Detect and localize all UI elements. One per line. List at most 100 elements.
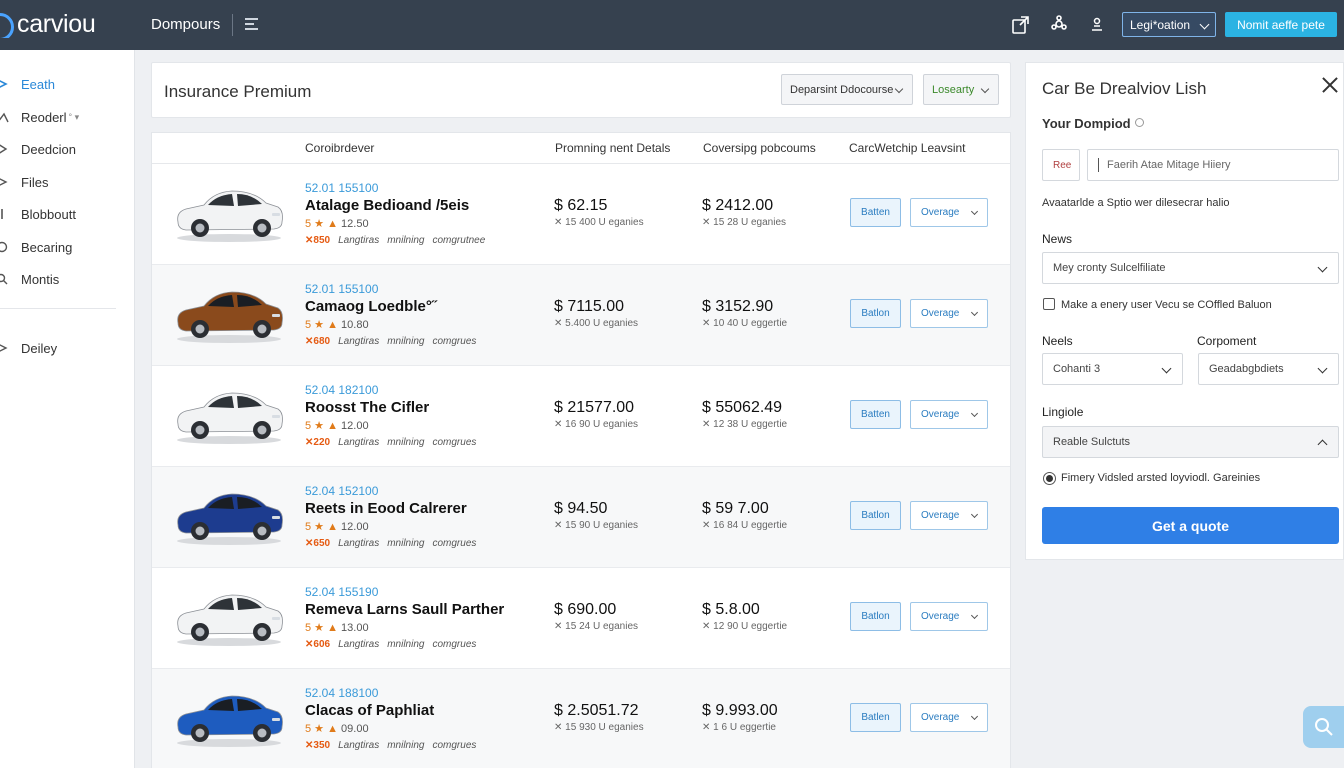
score-value: 680 [313,336,331,347]
coverage-dropdown[interactable]: Overage [910,501,988,530]
get-quote-button[interactable]: Get a quote [1042,507,1339,544]
close-icon[interactable] [1322,77,1338,93]
sidebar-item-eeath[interactable]: Eeath [0,73,55,95]
coverage-dropdown[interactable]: Overage [910,703,988,732]
coverage-price: $ 2412.00 [702,197,774,214]
sidebar-item-files[interactable]: Files [0,171,48,193]
tag: Langtiras [338,235,380,246]
car-thumbnail [177,493,283,545]
rating-value: 09.00 [341,723,369,735]
table-row[interactable]: 52.04 182100 Roosst The Cifler 5 ★ ▲ 12.00… [152,366,1010,467]
row-action-button[interactable]: Batten [850,400,901,429]
ref-input[interactable]: Ree [1042,149,1080,181]
coverage-dropdown[interactable]: Overage [910,400,988,429]
sidebar-item-label: Deiley [21,340,58,356]
option-radio-label: Fimery Vidsled arsted loyviodl. Gareinie… [1061,472,1261,484]
sidebar-item-blobboutt[interactable]: Blobboutt [0,203,76,225]
department-filter-value: Deparsint Ddocourse [790,83,894,96]
column-header[interactable]: Promning nent Detals [555,141,670,155]
sidebar-item-reoderl[interactable]: Reoderl ° ▾ [0,106,79,128]
policy-code[interactable]: 52.04 182100 [305,383,378,397]
tags: ✕220 Langtiras mnilning comgrues [305,437,484,448]
top-cta-button[interactable]: Nomit aeffe pete [1225,12,1337,37]
sidebar-item-label: Files [21,174,49,190]
chevron-up-icon [1317,439,1328,450]
table-row[interactable]: 52.01 155100 Atalage Bedioand /5eis 5 ★ ▲ … [152,164,1010,265]
row-action-button[interactable]: Batlon [850,299,901,328]
row-action-button[interactable]: Batten [850,198,901,227]
table-row[interactable]: 52.04 188100 Clacas of Paphliat 5 ★ ▲ 09.0… [152,669,1010,768]
coverage-sub-text: 1 6 U eggertie [713,722,776,733]
panel-title: Car Be Drealviov Lish [1042,79,1207,98]
car-name[interactable]: Remeva Larns Saull Parther [305,601,504,618]
score: ✕350 [305,740,331,751]
table-row[interactable]: 52.04 152100 Reets in Eood Calrerer 5 ★ ▲ … [152,467,1010,568]
info-icon [1134,118,1144,127]
sidebar-item-becaring[interactable]: Becaring [0,236,72,258]
column-header[interactable]: Coversipg pobcoums [703,141,816,155]
consent-checkbox[interactable] [1043,298,1055,310]
search-input-placeholder: Faerih Atae Mitage Hiiery [1107,159,1231,171]
coverage-sub-text: 12 90 U eggertie [713,621,788,632]
coverage-sub: ✕ 12 38 U eggertie [702,419,788,430]
coverage-dropdown[interactable]: Overage [910,299,988,328]
news-select[interactable]: Mey cronty Sulcelfiliate [1042,252,1339,284]
chevron-down-icon [970,308,979,317]
menu-icon[interactable] [245,18,261,32]
component-select[interactable]: Geadabgbdiets [1198,353,1339,385]
rating-value: 10.80 [341,319,369,331]
column-header[interactable]: Coroibrdever [305,141,374,155]
coverage-sub: ✕ 15 28 U eganies [702,217,787,228]
coverage-sub: ✕ 16 84 U eggertie [702,520,788,531]
row-action-button[interactable]: Batlon [850,501,901,530]
tags: ✕350 Langtiras mnilning comgrues [305,740,484,751]
car-name[interactable]: Reets in Eood Calrerer [305,500,467,517]
coverage-dropdown-value: Overage [921,409,960,420]
score-value: 220 [313,437,331,448]
table-row[interactable]: 52.04 155190 Remeva Larns Saull Parther 5 … [152,568,1010,669]
car-name[interactable]: Roosst The Cifler [305,399,429,416]
table-row[interactable]: 52.01 155100 Camaog Loedble°˝ 5 ★ ▲ 10.80 ✕… [152,265,1010,366]
coverage-sub-text: 15 28 U eganies [713,217,787,228]
premium-price: $ 7115.00 [554,298,624,315]
tag: comgrues [432,538,477,549]
coverage-dropdown[interactable]: Overage [910,198,988,227]
tag: Langtiras [338,639,380,650]
department-filter[interactable]: Deparsint Ddocourse [781,74,913,105]
column-header[interactable]: CarcWetchip Leavsint [849,141,966,155]
search-input[interactable]: Faerih Atae Mitage Hiiery [1087,149,1339,181]
top-nav-dompours[interactable]: Dompours [151,16,220,33]
car-name[interactable]: Atalage Bedioand /5eis [305,197,469,214]
ref-input-value: Ree [1053,159,1072,171]
location-filter[interactable]: Losearty [923,74,999,105]
row-action-button[interactable]: Batlen [850,703,901,732]
floating-search-button[interactable] [1303,706,1344,748]
option-radio[interactable] [1043,472,1056,485]
lingiole-label: Lingiole [1042,405,1084,419]
sidebar-item-montis[interactable]: Montis [0,268,59,290]
policy-code[interactable]: 52.01 155100 [305,282,378,296]
neels-select[interactable]: Cohanti 3 [1042,353,1183,385]
settings-icon[interactable] [1048,13,1070,35]
policy-code[interactable]: 52.04 155190 [305,585,378,599]
lingiole-select[interactable]: Reable Sulctuts [1042,426,1339,458]
coverage-dropdown[interactable]: Overage [910,602,988,631]
policy-code[interactable]: 52.04 152100 [305,484,378,498]
panel-subtitle: Your Dompiod [1042,116,1144,131]
coverage-dropdown-value: Overage [921,510,960,521]
language-select[interactable]: Legi*oation [1122,12,1216,37]
row-action-button[interactable]: Batlon [850,602,901,631]
sidebar-item-deiley[interactable]: Deiley [0,337,57,359]
share-icon[interactable] [1010,13,1032,35]
policy-code[interactable]: 52.04 188100 [305,686,378,700]
sidebar-item-deedcion[interactable]: Deedcion [0,138,76,160]
premium-sub: ✕ 16 90 U eganies [554,419,639,430]
policy-code[interactable]: 52.01 155100 [305,181,378,195]
user-icon[interactable] [1086,13,1108,35]
sidebar-item-label: Blobboutt [21,206,76,222]
car-name[interactable]: Camaog Loedble°˝ [305,298,437,315]
car-name[interactable]: Clacas of Paphliat [305,702,434,719]
top-divider [232,14,233,36]
logo[interactable]: carviou [0,9,96,39]
premium-sub: ✕ 5.400 U eganies [554,318,639,329]
